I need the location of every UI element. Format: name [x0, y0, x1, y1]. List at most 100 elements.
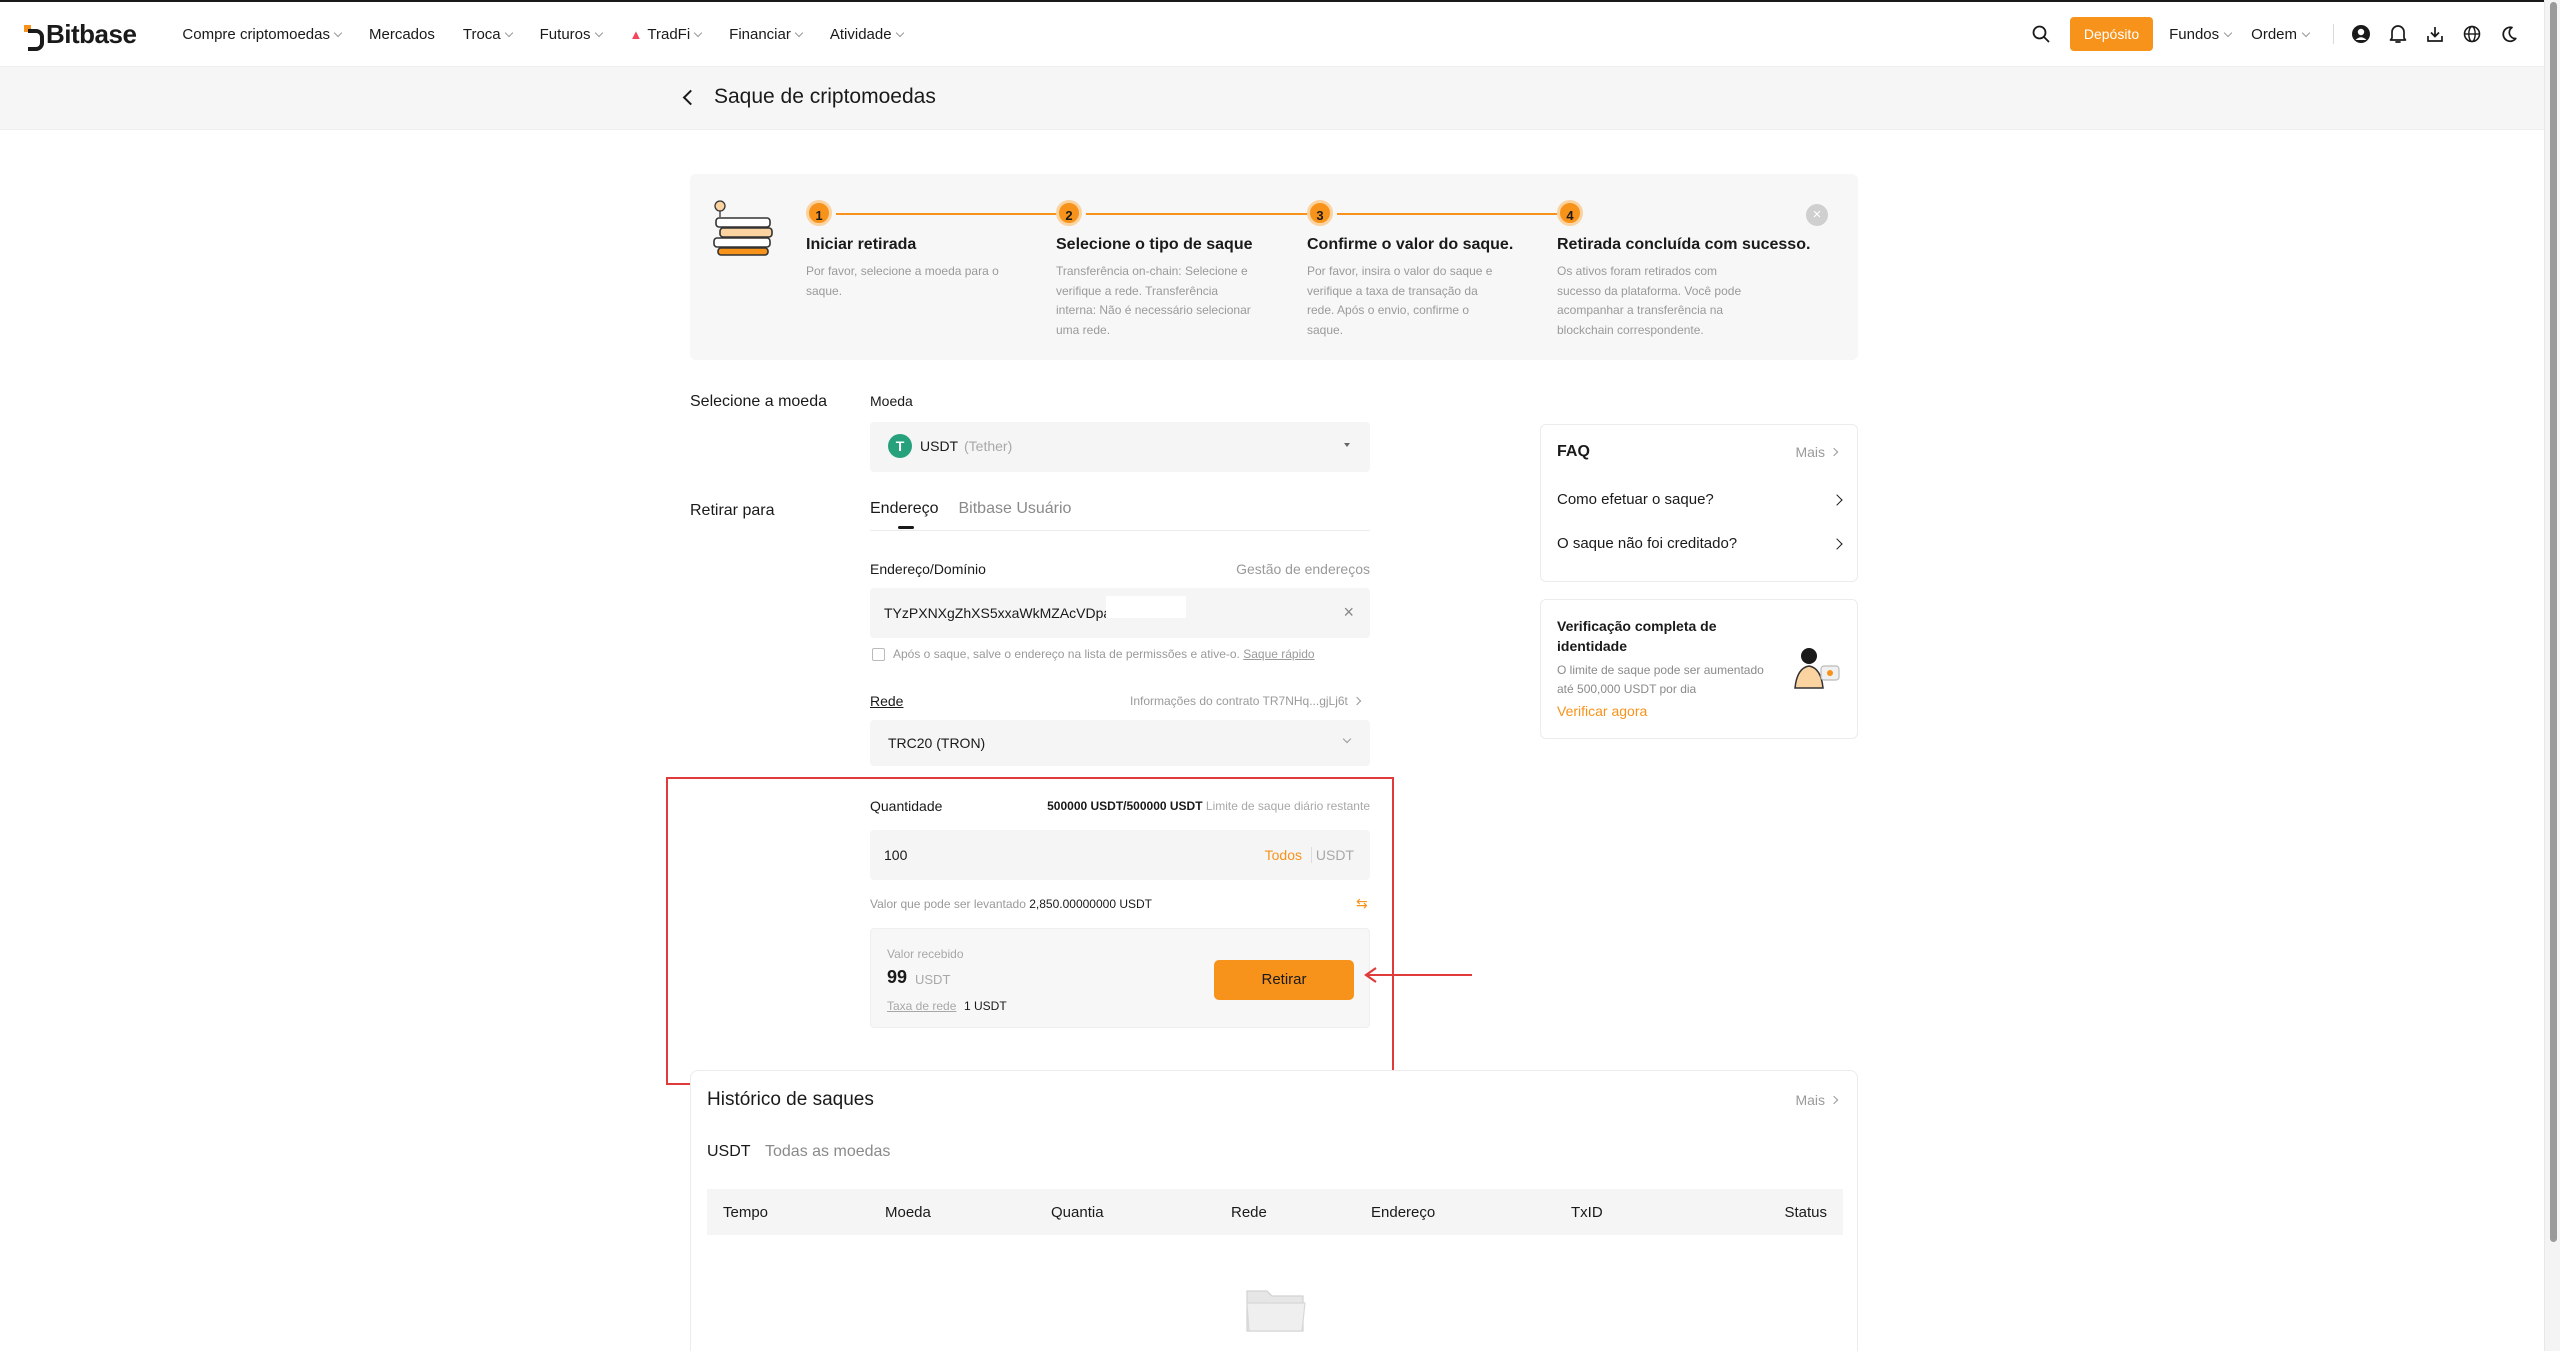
clear-icon[interactable]: × — [1343, 602, 1354, 623]
history-title: Histórico de saques — [707, 1089, 874, 1110]
chevron-down-icon — [333, 28, 343, 37]
deposit-button[interactable]: Depósito — [2069, 17, 2154, 51]
verify-now-link[interactable]: Verificar agora — [1557, 703, 1647, 719]
step-description: Por favor, selecione a moeda para o saqu… — [806, 264, 999, 298]
history-tab-all[interactable]: Todas as moedas — [765, 1143, 890, 1161]
save-address-text: Após o saque, salve o endereço na lista … — [893, 647, 1315, 661]
column-amount: Quantia — [1051, 1204, 1104, 1221]
step-description: Por favor, insira o valor do saque e ver… — [1307, 264, 1493, 337]
chevron-down-icon — [504, 28, 513, 37]
contract-info-link[interactable]: Informações do contrato TR7NHq...gjLj6t — [1130, 694, 1362, 708]
nav-buy-crypto[interactable]: Compre criptomoedas — [182, 26, 343, 43]
pointer-arrow-icon — [1364, 967, 1472, 983]
nav-divider — [2333, 24, 2334, 44]
network-value: TRC20 (TRON) — [888, 735, 986, 751]
network-field-label: Rede — [870, 693, 904, 709]
person-illustration-icon — [1794, 648, 1840, 689]
chevron-right-icon — [1829, 447, 1839, 457]
nav-finance[interactable]: Financiar — [729, 26, 804, 43]
faq-item[interactable]: Como efetuar o saque? — [1557, 491, 1843, 508]
page-title: Saque de criptomoedas — [714, 85, 936, 108]
search-icon[interactable] — [2030, 23, 2052, 45]
address-input[interactable]: TYzPXNXgZhXS5xxaWkMZAcVDpa × — [870, 588, 1370, 638]
withdraw-steps-guide: 1 Iniciar retirada Por favor, selecione … — [690, 174, 1858, 360]
step-description: Os ativos foram retirados com sucesso da… — [1557, 264, 1742, 337]
nav-order[interactable]: Ordem — [2251, 26, 2311, 43]
nav-tradfi[interactable]: ▲ TradFi — [630, 26, 703, 43]
select-coin-label: Selecione a moeda — [690, 393, 827, 410]
withdraw-history-panel: Histórico de saques Mais USDT Todas as m… — [690, 1070, 1858, 1351]
tab-bitbase-user[interactable]: Bitbase Usuário — [959, 500, 1072, 518]
chevron-down-icon — [2223, 28, 2233, 37]
history-more-link[interactable]: Mais — [1795, 1092, 1839, 1108]
address-field-label: Endereço/Domínio — [870, 561, 986, 577]
step-1: 1 Iniciar retirada Por favor, selecione … — [806, 200, 1058, 301]
chevron-down-icon — [895, 28, 904, 37]
back-arrow-icon[interactable] — [682, 89, 699, 106]
step-title: Confirme o valor do saque. — [1307, 236, 1514, 253]
logo-text: Bitbase — [46, 18, 137, 49]
step-2: 2 Selecione o tipo de saque Transferênci… — [1056, 200, 1308, 340]
tabs-divider — [870, 530, 1370, 531]
faq-more-link[interactable]: Mais — [1795, 444, 1839, 460]
globe-icon[interactable] — [2461, 23, 2483, 45]
step-connector — [836, 213, 1058, 215]
step-connector — [1086, 213, 1308, 215]
close-guide-icon[interactable]: × — [1806, 204, 1828, 226]
nav-trade[interactable]: Troca — [463, 26, 513, 43]
chevron-down-icon — [1342, 734, 1352, 744]
history-tab-usdt[interactable]: USDT — [707, 1143, 751, 1161]
download-icon[interactable] — [2424, 23, 2446, 45]
quick-withdraw-link[interactable]: Saque rápido — [1243, 647, 1314, 661]
chevron-right-icon — [1829, 1095, 1839, 1105]
save-address-checkbox[interactable] — [872, 648, 885, 661]
step-number: 1 — [806, 200, 832, 226]
column-coin: Moeda — [885, 1204, 931, 1221]
withdraw-to-label: Retirar para — [690, 502, 775, 519]
coin-select[interactable]: T USDT (Tether) — [870, 422, 1370, 472]
nav-activity[interactable]: Atividade — [830, 26, 904, 43]
step-number: 3 — [1307, 200, 1333, 226]
highlight-box — [666, 777, 1394, 1085]
coin-symbol: USDT — [920, 438, 959, 454]
column-network: Rede — [1231, 1204, 1267, 1221]
logo-mark-icon — [24, 23, 44, 51]
coin-name: (Tether) — [964, 438, 1013, 454]
scrollbar-thumb[interactable] — [2550, 2, 2557, 1242]
column-time: Tempo — [723, 1204, 769, 1221]
step-title: Iniciar retirada — [806, 236, 917, 253]
page-header: Saque de criptomoedas — [0, 66, 2544, 130]
step-number: 4 — [1557, 200, 1583, 226]
nav-right-group: Depósito Fundos Ordem — [2030, 17, 2520, 51]
bell-icon[interactable] — [2387, 23, 2409, 45]
tab-address[interactable]: Endereço — [870, 500, 939, 529]
user-icon[interactable] — [2350, 23, 2372, 45]
caret-down-icon — [1344, 443, 1350, 447]
chevron-down-icon — [2301, 28, 2311, 37]
step-title: Selecione o tipo de saque — [1056, 236, 1253, 253]
faq-title: FAQ — [1557, 443, 1590, 460]
coin-field-label: Moeda — [870, 393, 913, 409]
page-scrollbar[interactable] — [2544, 0, 2560, 1351]
faq-card: FAQ Mais Como efetuar o saque? O saque n… — [1540, 424, 1858, 582]
nav-markets[interactable]: Mercados — [369, 26, 435, 43]
chevron-right-icon — [1831, 537, 1843, 550]
column-status: Status — [1784, 1204, 1827, 1221]
nav-futures[interactable]: Futuros — [540, 26, 603, 43]
column-txid: TxID — [1571, 1204, 1603, 1221]
step-number: 2 — [1056, 200, 1082, 226]
chevron-down-icon — [693, 28, 703, 37]
network-select[interactable]: TRC20 (TRON) — [870, 720, 1370, 766]
identity-verification-card: Verificação completa de identidade O lim… — [1540, 599, 1858, 739]
chevron-down-icon — [794, 28, 804, 37]
address-management-link[interactable]: Gestão de endereços — [1236, 561, 1370, 577]
bitbase-logo[interactable]: Bitbase — [24, 18, 137, 51]
faq-item[interactable]: O saque não foi creditado? — [1557, 535, 1843, 552]
history-table-header: Tempo Moeda Quantia Rede Endereço TxID S… — [707, 1189, 1843, 1235]
tether-icon: T — [888, 434, 912, 458]
theme-moon-icon[interactable] — [2498, 23, 2520, 45]
nav-funds[interactable]: Fundos — [2169, 26, 2233, 43]
address-value: TYzPXNXgZhXS5xxaWkMZAcVDpa — [884, 605, 1112, 621]
step-3: 3 Confirme o valor do saque. Por favor, … — [1307, 200, 1557, 340]
books-illustration-icon — [713, 200, 773, 256]
